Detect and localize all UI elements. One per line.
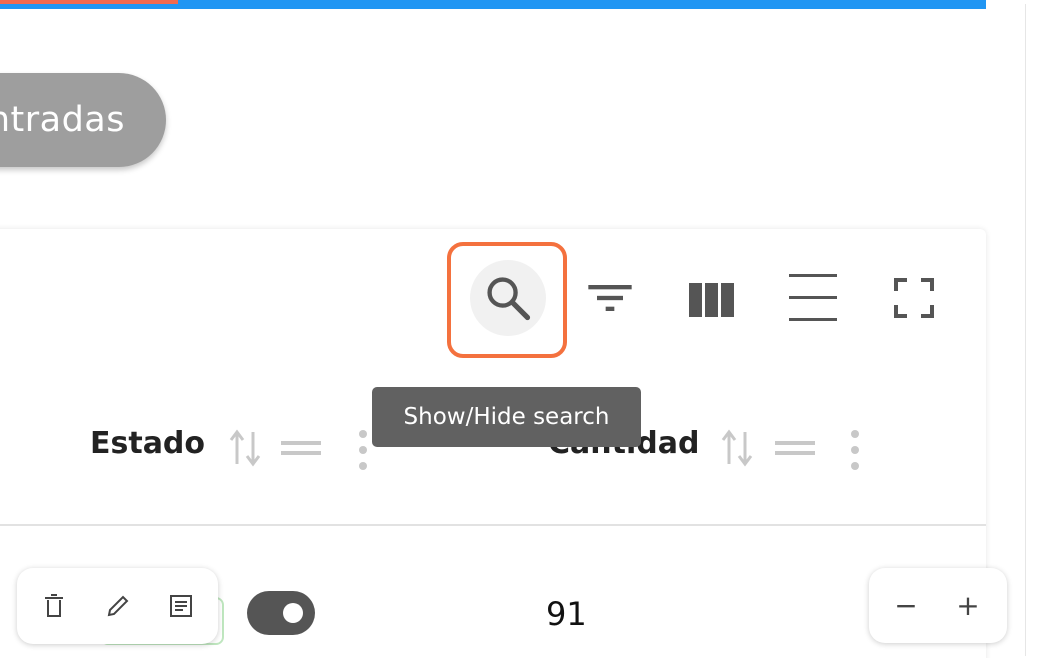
- fullscreen-button[interactable]: [876, 260, 952, 336]
- fullscreen-icon: [894, 278, 934, 318]
- status-toggle[interactable]: [247, 591, 315, 635]
- delete-icon: [45, 594, 63, 617]
- column-drag-handle-icon[interactable]: [279, 436, 323, 460]
- toggle-knob: [283, 603, 303, 623]
- search-tooltip: Show/Hide search: [372, 387, 641, 447]
- zoom-out-button[interactable]: −: [886, 585, 926, 625]
- column-menu-icon[interactable]: [848, 428, 862, 472]
- density-icon: [789, 274, 837, 321]
- top-progress-bar: [0, 0, 986, 9]
- delete-button[interactable]: [34, 586, 74, 626]
- edit-icon: [107, 595, 129, 617]
- zoom-in-button[interactable]: +: [948, 585, 988, 625]
- row-action-bar: [17, 568, 218, 644]
- filter-button[interactable]: [572, 260, 648, 336]
- panel-edge: [1025, 4, 1026, 656]
- sort-icon[interactable]: [228, 428, 262, 468]
- details-icon: [170, 595, 192, 617]
- zoom-controls: − +: [869, 568, 1007, 643]
- entries-button[interactable]: ntradas: [0, 73, 166, 167]
- header-divider: [0, 524, 986, 526]
- details-button[interactable]: [161, 586, 201, 626]
- sort-icon[interactable]: [720, 428, 754, 468]
- app-viewport: ntradas Estado Show/Hide search 91 − +: [0, 0, 1050, 658]
- filter-list-icon: [588, 285, 632, 311]
- view-columns-icon: [689, 283, 734, 317]
- columns-button[interactable]: [674, 262, 750, 338]
- cantidad-cell: 91: [546, 595, 587, 633]
- column-header-estado[interactable]: Estado: [90, 426, 205, 461]
- column-menu-icon[interactable]: [356, 428, 370, 472]
- focus-highlight: [447, 242, 567, 358]
- progress-segment: [0, 0, 178, 4]
- density-button[interactable]: [775, 260, 851, 336]
- edit-button[interactable]: [98, 586, 138, 626]
- column-drag-handle-icon[interactable]: [773, 436, 817, 460]
